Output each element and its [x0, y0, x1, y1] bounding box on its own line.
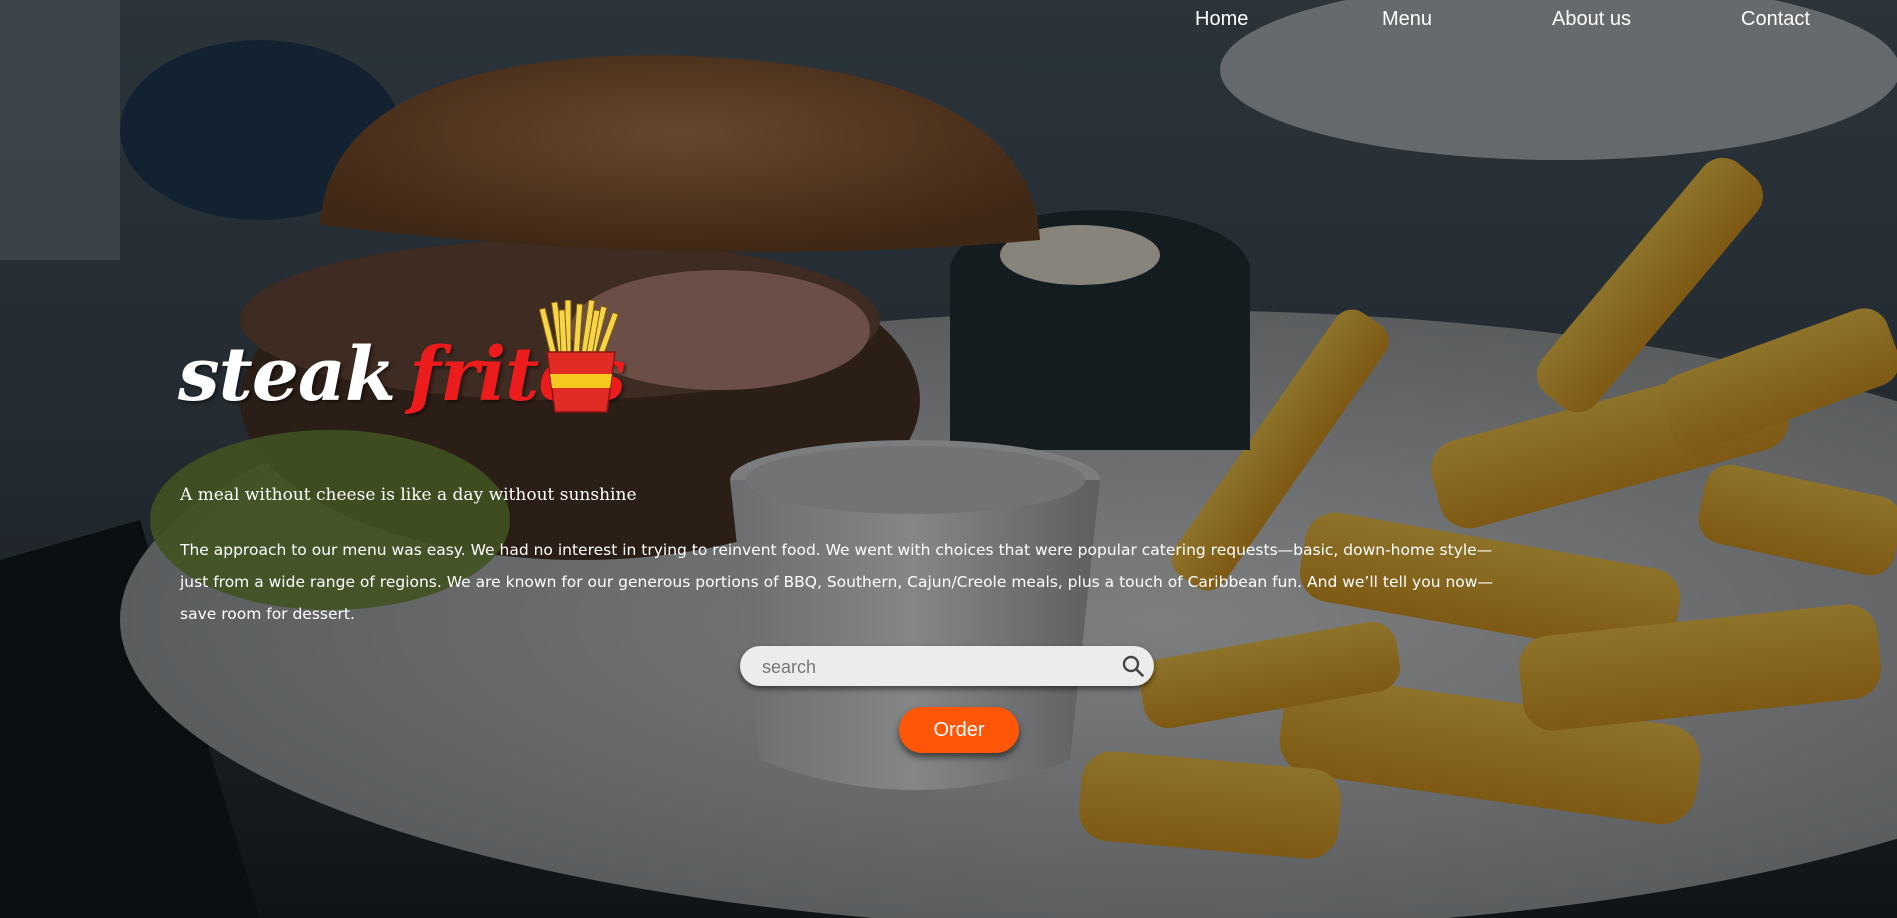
search-icon[interactable] — [1122, 655, 1144, 677]
search-input[interactable] — [760, 646, 1104, 688]
nav-about-link[interactable]: About us — [1552, 7, 1631, 31]
top-nav: Home Menu About us Contact — [0, 7, 1897, 43]
search-bar — [740, 646, 1154, 688]
tagline: A meal without cheese is like a day with… — [180, 485, 637, 505]
menu-description: The approach to our menu was easy. We ha… — [180, 541, 1493, 623]
nav-menu-link[interactable]: Menu — [1382, 7, 1432, 31]
nav-home-link[interactable]: Home — [1195, 7, 1248, 31]
order-button[interactable]: Order — [899, 707, 1019, 753]
brand-word-steak: steak — [178, 332, 396, 418]
fries-icon — [538, 300, 619, 413]
nav-contact-link[interactable]: Contact — [1741, 7, 1810, 31]
hero-background-image — [0, 0, 1897, 918]
